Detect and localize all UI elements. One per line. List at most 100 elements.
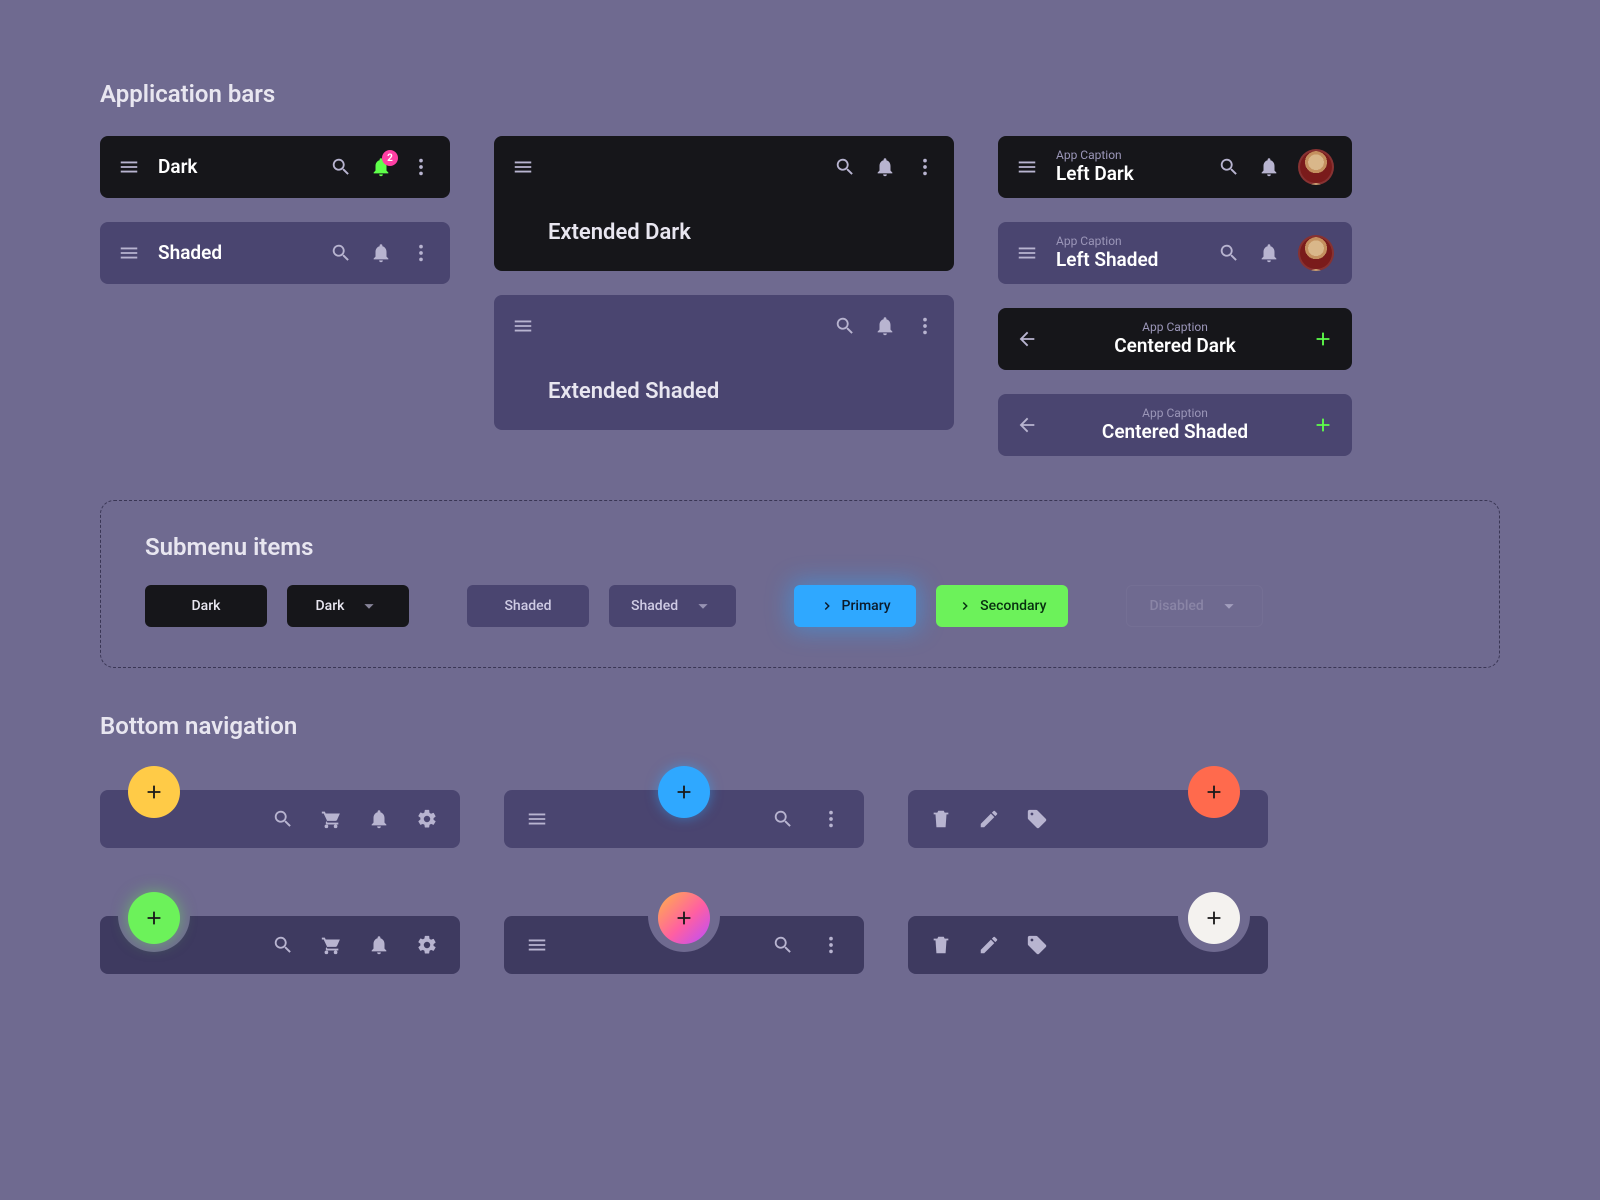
appbar-title: Centered Dark <box>1056 335 1294 358</box>
chip-label: Shaded <box>631 598 678 614</box>
cart-icon[interactable] <box>320 808 342 830</box>
appbar-centered-dark: App Caption Centered Dark <box>998 308 1352 370</box>
chip-label: Disabled <box>1149 598 1203 614</box>
search-icon[interactable] <box>330 156 352 178</box>
fab-add[interactable] <box>1188 892 1240 944</box>
pencil-icon[interactable] <box>978 808 1000 830</box>
search-icon[interactable] <box>834 156 856 178</box>
appbar-caption: App Caption <box>1056 149 1200 161</box>
appbar-title: Left Dark <box>1056 163 1200 186</box>
fab-add[interactable] <box>658 892 710 944</box>
bottomnav-coral-right <box>908 768 1268 848</box>
appbar-extended-shaded: Extended Shaded <box>494 295 954 430</box>
menu-icon[interactable] <box>118 156 140 178</box>
more-icon[interactable] <box>820 808 842 830</box>
avatar[interactable] <box>1298 235 1334 271</box>
menu-icon[interactable] <box>512 156 534 178</box>
submenu-dark-dropdown[interactable]: Dark <box>287 585 409 627</box>
bell-icon[interactable] <box>874 156 896 178</box>
appbar-left-shaded: App Caption Left Shaded <box>998 222 1352 284</box>
bottomnav-gradient-center-notch <box>504 894 864 974</box>
more-icon[interactable] <box>914 156 936 178</box>
search-icon[interactable] <box>772 808 794 830</box>
submenu-shaded-dropdown[interactable]: Shaded <box>609 585 736 627</box>
section-bottomnav: Bottom navigation <box>100 712 1500 974</box>
bell-icon[interactable]: 2 <box>370 156 392 178</box>
fab-add[interactable] <box>128 892 180 944</box>
appbar-title: Shaded <box>158 242 312 265</box>
menu-icon[interactable] <box>118 242 140 264</box>
chevron-down-icon <box>692 595 714 617</box>
fab-add[interactable] <box>1188 766 1240 818</box>
notification-badge: 2 <box>382 150 398 166</box>
section-title-appbars: Application bars <box>100 80 1500 108</box>
submenu-secondary[interactable]: Secondary <box>936 585 1068 627</box>
submenu-dark[interactable]: Dark <box>145 585 267 627</box>
plus-icon[interactable] <box>1312 414 1334 436</box>
gear-icon[interactable] <box>416 808 438 830</box>
appbar-title: Centered Shaded <box>1056 421 1294 444</box>
menu-icon[interactable] <box>512 315 534 337</box>
bell-icon[interactable] <box>874 315 896 337</box>
bell-icon[interactable] <box>1258 156 1280 178</box>
search-icon[interactable] <box>272 934 294 956</box>
tag-icon[interactable] <box>1026 934 1048 956</box>
more-icon[interactable] <box>914 315 936 337</box>
fab-add[interactable] <box>658 766 710 818</box>
more-icon[interactable] <box>410 242 432 264</box>
submenu-primary[interactable]: Primary <box>794 585 916 627</box>
chip-label: Primary <box>842 598 891 614</box>
bottomnav-green-left-notch <box>100 894 460 974</box>
appbar-caption: App Caption <box>1056 407 1294 419</box>
trash-icon[interactable] <box>930 808 952 830</box>
appbar-title: Dark <box>158 156 312 179</box>
more-icon[interactable] <box>820 934 842 956</box>
bottomnav-yellow-left <box>100 768 460 848</box>
appbar-title: Extended Shaded <box>512 379 936 404</box>
tag-icon[interactable] <box>1026 808 1048 830</box>
appbar-dark: Dark 2 <box>100 136 450 198</box>
search-icon[interactable] <box>1218 156 1240 178</box>
search-icon[interactable] <box>272 808 294 830</box>
chevron-right-icon <box>820 599 834 613</box>
bell-icon[interactable] <box>1258 242 1280 264</box>
menu-icon[interactable] <box>1016 156 1038 178</box>
bell-icon[interactable] <box>370 242 392 264</box>
search-icon[interactable] <box>1218 242 1240 264</box>
cart-icon[interactable] <box>320 934 342 956</box>
appbar-extended-dark: Extended Dark <box>494 136 954 271</box>
bottomnav-white-right-notch <box>908 894 1268 974</box>
menu-icon[interactable] <box>526 808 548 830</box>
submenu-shaded[interactable]: Shaded <box>467 585 589 627</box>
bottomnav-blue-center <box>504 768 864 848</box>
appbar-centered-shaded: App Caption Centered Shaded <box>998 394 1352 456</box>
appbar-caption: App Caption <box>1056 235 1200 247</box>
trash-icon[interactable] <box>930 934 952 956</box>
search-icon[interactable] <box>772 934 794 956</box>
menu-icon[interactable] <box>526 934 548 956</box>
appbar-left-dark: App Caption Left Dark <box>998 136 1352 198</box>
search-icon[interactable] <box>330 242 352 264</box>
menu-icon[interactable] <box>1016 242 1038 264</box>
submenu-panel: Submenu items Dark Dark Shaded Shaded Pr… <box>100 500 1500 668</box>
bell-icon[interactable] <box>368 808 390 830</box>
search-icon[interactable] <box>834 315 856 337</box>
avatar[interactable] <box>1298 149 1334 185</box>
bell-icon[interactable] <box>368 934 390 956</box>
fab-add[interactable] <box>128 766 180 818</box>
gear-icon[interactable] <box>416 934 438 956</box>
section-submenu: Submenu items Dark Dark Shaded Shaded Pr… <box>100 500 1500 668</box>
chevron-right-icon <box>958 599 972 613</box>
section-title-submenu: Submenu items <box>145 533 1455 561</box>
chip-label: Secondary <box>980 598 1046 614</box>
section-title-bottomnav: Bottom navigation <box>100 712 1500 740</box>
pencil-icon[interactable] <box>978 934 1000 956</box>
more-icon[interactable] <box>410 156 432 178</box>
chevron-down-icon <box>1218 595 1240 617</box>
plus-icon[interactable] <box>1312 328 1334 350</box>
back-icon[interactable] <box>1016 414 1038 436</box>
chip-label: Dark <box>316 598 345 614</box>
appbar-caption: App Caption <box>1056 321 1294 333</box>
submenu-disabled: Disabled <box>1126 585 1262 627</box>
back-icon[interactable] <box>1016 328 1038 350</box>
